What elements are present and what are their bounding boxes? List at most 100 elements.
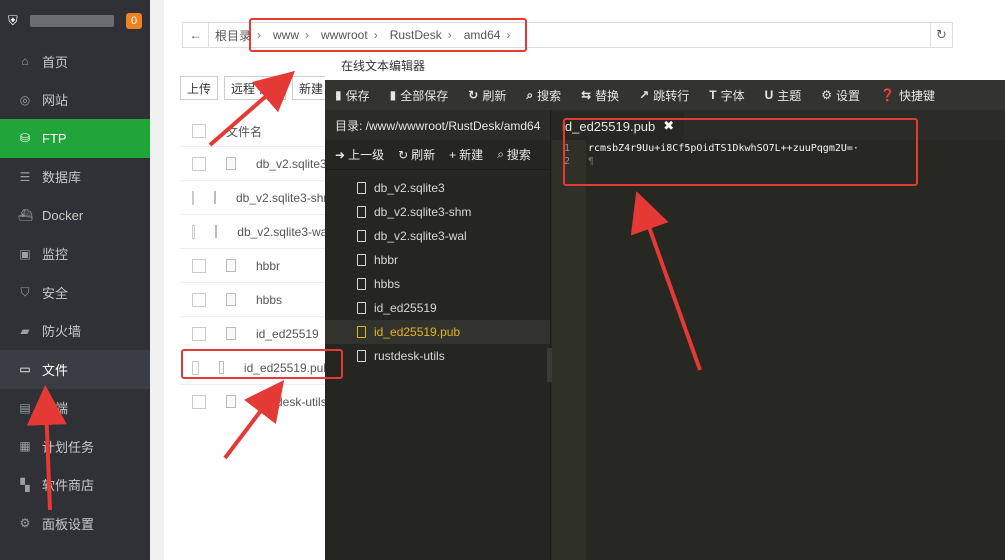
database-icon: ☰: [19, 169, 31, 184]
sidebar-item[interactable]: ▰ 防火墙: [0, 312, 150, 351]
editor-tool-button[interactable]: T 字体: [699, 87, 754, 104]
file-name[interactable]: id_ed25519: [256, 327, 319, 341]
file-row[interactable]: db_v2.sqlite3-wal: [180, 214, 330, 248]
editor-tool-label: 搜索: [537, 88, 562, 103]
file-icon: [226, 327, 236, 340]
sidebar-item-label: 首页: [42, 54, 69, 70]
home-icon: ⌂: [21, 54, 29, 69]
globe-icon: ◎: [19, 92, 31, 107]
file-name[interactable]: rustdesk-utils: [256, 395, 327, 409]
file-icon: [226, 259, 236, 272]
sidebar-item[interactable]: ☰ 数据库: [0, 158, 150, 197]
tree-item[interactable]: id_ed25519.pub: [325, 320, 550, 344]
sidebar-item[interactable]: ▚ 软件商店: [0, 466, 150, 505]
toolbar-button[interactable]: 远程下载: [224, 76, 287, 100]
file-highlight-box: [181, 349, 343, 379]
row-checkbox[interactable]: [192, 326, 206, 341]
notification-badge[interactable]: 0: [126, 13, 142, 29]
file-icon: [357, 206, 366, 218]
file-row[interactable]: hbbr: [180, 248, 330, 282]
row-checkbox[interactable]: [192, 258, 206, 273]
sidebar-item[interactable]: ⛁ FTP: [0, 119, 150, 158]
sidebar-item-label: 数据库: [42, 170, 82, 186]
back-arrow-icon[interactable]: ←: [183, 23, 209, 47]
editor-tool-icon: ⇆: [581, 88, 592, 102]
tree-item[interactable]: db_v2.sqlite3-wal: [325, 224, 550, 248]
sidebar-item[interactable]: ▤ 终端: [0, 389, 150, 428]
editor-content-highlight-box: [563, 118, 918, 186]
toolbar-button[interactable]: 上传: [180, 76, 219, 100]
editor-tool-button[interactable]: ▮ 保存: [325, 87, 380, 104]
row-checkbox[interactable]: [192, 156, 206, 171]
sidebar-item-label: FTP: [42, 130, 67, 146]
row-checkbox[interactable]: [192, 394, 206, 409]
sidebar-item[interactable]: ⚙ 面板设置: [0, 504, 150, 543]
sidebar-item[interactable]: ⛉ 安全: [0, 273, 150, 312]
file-row[interactable]: rustdesk-utils: [180, 384, 330, 418]
tree-item[interactable]: db_v2.sqlite3-shm: [325, 200, 550, 224]
file-icon: [357, 230, 366, 242]
tree-item[interactable]: db_v2.sqlite3: [325, 176, 550, 200]
sidebar-item[interactable]: ▭ 文件: [0, 350, 150, 389]
sidebar-item-label: 网站: [42, 93, 69, 109]
row-checkbox[interactable]: [192, 292, 206, 307]
file-name[interactable]: hbbs: [256, 293, 282, 307]
sidebar-item-label: 软件商店: [42, 478, 95, 494]
editor-tool-button[interactable]: ↗ 跳转行: [629, 87, 699, 104]
editor-tool-button[interactable]: ⌕ 搜索: [516, 87, 571, 104]
row-checkbox[interactable]: [192, 224, 195, 239]
file-name[interactable]: hbbr: [256, 259, 280, 273]
row-checkbox[interactable]: [192, 190, 194, 205]
editor-file-tree-panel: 目录: /www/wwwroot/RustDesk/amd64 ➜ 上一级 ↻ 刷新 +…: [325, 110, 551, 560]
editor-tool-button[interactable]: ▮ 全部保存: [380, 87, 459, 104]
file-row[interactable]: id_ed25519: [180, 316, 330, 350]
file-row[interactable]: db_v2.sqlite3-shm: [180, 180, 330, 214]
file-name[interactable]: db_v2.sqlite3: [256, 157, 327, 171]
tree-item[interactable]: id_ed25519: [325, 296, 550, 320]
sidebar-item[interactable]: ⛴ Docker: [0, 196, 150, 235]
sidebar-item[interactable]: ▣ 监控: [0, 235, 150, 274]
editor-tool-button[interactable]: ⚙ 设置: [811, 87, 870, 104]
editor-tool-label: 保存: [345, 88, 370, 103]
directory-action-label: 新建: [459, 148, 484, 162]
editor-tool-button[interactable]: ↻ 刷新: [458, 87, 516, 104]
editor-tool-button[interactable]: ❓ 快捷键: [870, 87, 945, 104]
tree-item-label: db_v2.sqlite3-shm: [374, 205, 472, 219]
tree-item-label: db_v2.sqlite3: [374, 181, 445, 195]
file-name[interactable]: db_v2.sqlite3-shm: [236, 191, 330, 205]
sidebar-item[interactable]: ◎ 网站: [0, 81, 150, 120]
refresh-icon[interactable]: ↻: [930, 23, 952, 47]
shield-logo-icon: ⛨: [8, 13, 18, 28]
select-all-checkbox[interactable]: [192, 124, 206, 138]
file-name[interactable]: db_v2.sqlite3-wal: [237, 225, 330, 239]
tree-item[interactable]: hbbr: [325, 248, 550, 272]
file-icon: [226, 293, 236, 306]
file-row[interactable]: db_v2.sqlite3: [180, 146, 330, 180]
editor-toolbar: ▮ 保存 ▮ 全部保存 ↻ 刷新 ⌕ 搜索 ⇆ 替换 ↗ 跳转行 T 字体 U 主题 ⚙ 设置 ❓ 快捷键: [325, 80, 1005, 110]
sidebar-item[interactable]: ▦ 计划任务: [0, 427, 150, 466]
directory-action[interactable]: + 新建: [449, 146, 483, 163]
editor-tool-label: 快捷键: [899, 88, 936, 103]
breadcrumb-label: 根目录: [215, 28, 252, 43]
tree-item[interactable]: rustdesk-utils: [325, 344, 550, 368]
directory-action[interactable]: ➜ 上一级: [335, 146, 384, 163]
tree-item[interactable]: hbbs: [325, 272, 550, 296]
sidebar-item[interactable]: ⌂ 首页: [0, 42, 150, 81]
directory-action[interactable]: ↻ 刷新: [398, 146, 435, 163]
sidebar-header: ⛨ 0: [0, 0, 150, 42]
firewall-icon: ▰: [20, 323, 30, 338]
calendar-icon: ▦: [19, 439, 31, 454]
docker-icon: ⛴: [18, 208, 34, 223]
directory-action[interactable]: ⌕ 搜索: [497, 146, 531, 163]
file-name-column-header: 文件名: [226, 124, 263, 139]
editor-tool-label: 替换: [595, 88, 620, 103]
editor-tool-button[interactable]: U 主题: [755, 87, 812, 104]
file-icon: [214, 225, 218, 238]
editor-title: 在线文本编辑器: [325, 50, 1005, 80]
editor-tool-button[interactable]: ⇆ 替换: [571, 87, 629, 104]
sidebar-item-label: 文件: [42, 362, 69, 378]
file-icon: [357, 182, 366, 194]
editor-tool-label: 跳转行: [653, 88, 690, 103]
file-row[interactable]: hbbs: [180, 282, 330, 316]
directory-action-label: 搜索: [506, 148, 531, 162]
